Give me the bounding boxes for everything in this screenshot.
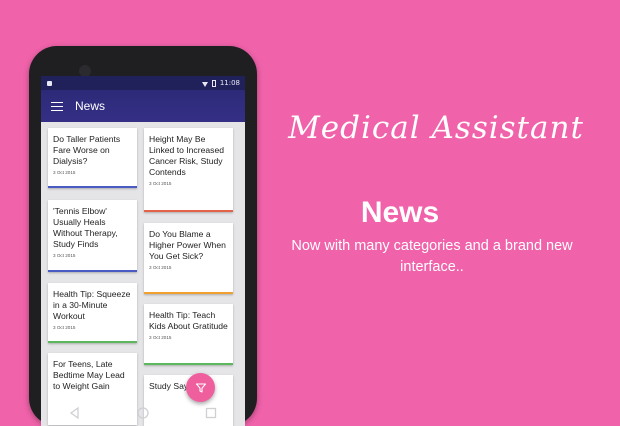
status-bar: 11:08 <box>41 76 245 90</box>
news-card[interactable]: Do Taller Patients Fare Worse on Dialysi… <box>48 128 137 188</box>
category-bar <box>48 270 137 272</box>
category-bar <box>48 186 137 188</box>
article-date: 3 Oct 2015 <box>149 265 172 270</box>
app-bar: News <box>41 90 245 122</box>
hamburger-menu-icon[interactable] <box>51 101 63 112</box>
recents-icon[interactable] <box>204 405 218 419</box>
category-bar <box>144 210 233 212</box>
promo-description: Now with many categories and a brand new… <box>291 238 573 275</box>
article-date: 3 Oct 2015 <box>53 253 76 258</box>
category-bar <box>144 292 233 294</box>
news-card[interactable]: Health Tip: Squeeze in a 30-Minute Worko… <box>48 283 137 343</box>
promo-app-name: Medical Assistant <box>288 110 584 146</box>
news-card[interactable]: Do You Blame a Higher Power When You Get… <box>144 223 233 294</box>
article-date: 3 Oct 2015 <box>149 335 172 340</box>
system-nav-bar <box>41 400 245 424</box>
article-title: Height May Be Linked to Increased Cancer… <box>149 134 225 177</box>
news-card[interactable]: Health Tip: Teach Kids About Gratitude 3… <box>144 304 233 365</box>
battery-icon <box>211 79 216 87</box>
article-title: Do You Blame a Higher Power When You Get… <box>149 229 226 261</box>
article-title: Health Tip: Squeeze in a 30-Minute Worko… <box>53 289 131 321</box>
category-bar <box>48 341 137 343</box>
category-bar <box>144 363 233 365</box>
wifi-icon <box>201 81 208 87</box>
news-feed[interactable]: Do Taller Patients Fare Worse on Dialysi… <box>41 122 245 426</box>
status-time: 11:08 <box>219 79 240 87</box>
promo-feature-heading: News <box>360 196 440 229</box>
phone-mockup: 11:08 News Do Taller Patients Fare Worse… <box>29 46 257 426</box>
news-card[interactable]: 'Tennis Elbow' Usually Heals Without The… <box>48 200 137 272</box>
home-icon[interactable] <box>136 405 150 419</box>
news-card[interactable]: Height May Be Linked to Increased Cancer… <box>144 128 233 212</box>
notification-icon <box>47 80 52 86</box>
article-date: 3 Oct 2015 <box>53 325 76 330</box>
app-title: News <box>75 99 106 113</box>
article-date: 3 Oct 2015 <box>149 181 172 186</box>
article-date: 3 Oct 2015 <box>53 170 76 175</box>
article-title: For Teens, Late Bedtime May Lead to Weig… <box>53 359 125 391</box>
filter-icon <box>195 382 206 393</box>
filter-fab-button[interactable] <box>186 373 215 402</box>
phone-screen: 11:08 News Do Taller Patients Fare Worse… <box>41 76 245 426</box>
article-title: Health Tip: Teach Kids About Gratitude <box>149 310 228 331</box>
article-title: 'Tennis Elbow' Usually Heals Without The… <box>53 206 118 249</box>
article-title: Do Taller Patients Fare Worse on Dialysi… <box>53 134 121 166</box>
back-icon[interactable] <box>68 405 82 420</box>
